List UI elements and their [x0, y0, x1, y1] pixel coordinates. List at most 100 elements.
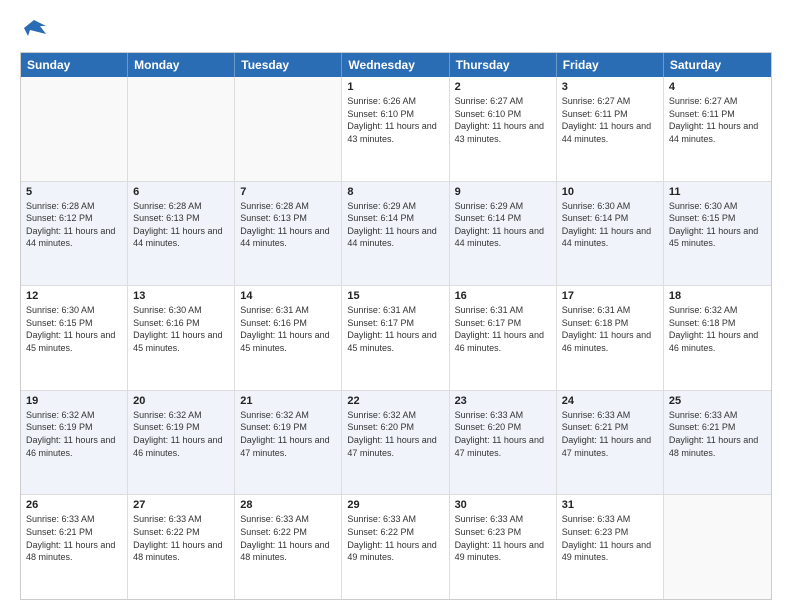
- calendar-cell: 23Sunrise: 6:33 AM Sunset: 6:20 PM Dayli…: [450, 391, 557, 495]
- day-number: 29: [347, 499, 443, 511]
- day-number: 2: [455, 81, 551, 93]
- weekday-header: Saturday: [664, 53, 771, 77]
- day-number: 4: [669, 81, 766, 93]
- calendar-row: 26Sunrise: 6:33 AM Sunset: 6:21 PM Dayli…: [21, 494, 771, 599]
- day-number: 16: [455, 290, 551, 302]
- calendar: SundayMondayTuesdayWednesdayThursdayFrid…: [20, 52, 772, 600]
- calendar-body: 1Sunrise: 6:26 AM Sunset: 6:10 PM Daylig…: [21, 77, 771, 599]
- day-info: Sunrise: 6:32 AM Sunset: 6:19 PM Dayligh…: [133, 409, 229, 459]
- calendar-cell: 28 Sunrise: 6:33 AM Sunset: 6:22 PM Dayli…: [235, 495, 342, 599]
- day-number: 6: [133, 186, 229, 198]
- day-number: 1: [347, 81, 443, 93]
- calendar-cell: 12 Sunrise: 6:30 AM Sunset: 6:15 PM Dayli…: [21, 286, 128, 390]
- day-number: 22: [347, 395, 443, 407]
- day-info: Sunrise: 6:32 AM Sunset: 6:19 PM Dayligh…: [26, 409, 122, 459]
- calendar-cell: [128, 77, 235, 181]
- day-info: Sunrise: 6:32 AM Sunset: 6:18 PM Dayligh…: [669, 304, 766, 354]
- calendar-cell: 16Sunrise: 6:31 AM Sunset: 6:17 PM Dayli…: [450, 286, 557, 390]
- calendar-cell: 1Sunrise: 6:26 AM Sunset: 6:10 PM Daylig…: [342, 77, 449, 181]
- day-number: 17: [562, 290, 658, 302]
- calendar-row: 5Sunrise: 6:28 AM Sunset: 6:12 PM Daylig…: [21, 181, 771, 286]
- day-number: 30: [455, 499, 551, 511]
- calendar-row: 12 Sunrise: 6:30 AM Sunset: 6:15 PM Dayli…: [21, 285, 771, 390]
- weekday-header: Thursday: [450, 53, 557, 77]
- day-number: 23: [455, 395, 551, 407]
- calendar-cell: 15Sunrise: 6:31 AM Sunset: 6:17 PM Dayli…: [342, 286, 449, 390]
- day-number: 14: [240, 290, 336, 302]
- day-info: Sunrise: 6:30 AM Sunset: 6:15 PM Dayligh…: [26, 304, 122, 354]
- calendar-cell: 19 Sunrise: 6:32 AM Sunset: 6:19 PM Dayli…: [21, 391, 128, 495]
- calendar-cell: 9Sunrise: 6:29 AM Sunset: 6:14 PM Daylig…: [450, 182, 557, 286]
- day-info: Sunrise: 6:28 AM Sunset: 6:13 PM Dayligh…: [240, 200, 336, 250]
- calendar-cell: 13 Sunrise: 6:30 AM Sunset: 6:16 PM Dayli…: [128, 286, 235, 390]
- weekday-header: Wednesday: [342, 53, 449, 77]
- logo: [20, 16, 52, 44]
- calendar-cell: [235, 77, 342, 181]
- day-number: 28: [240, 499, 336, 511]
- top-section: [20, 16, 772, 44]
- day-info: Sunrise: 6:27 AM Sunset: 6:11 PM Dayligh…: [562, 95, 658, 145]
- day-number: 8: [347, 186, 443, 198]
- calendar-page: SundayMondayTuesdayWednesdayThursdayFrid…: [0, 0, 792, 612]
- calendar-cell: [664, 495, 771, 599]
- weekday-header: Sunday: [21, 53, 128, 77]
- day-number: 13: [133, 290, 229, 302]
- day-info: Sunrise: 6:30 AM Sunset: 6:16 PM Dayligh…: [133, 304, 229, 354]
- day-info: Sunrise: 6:27 AM Sunset: 6:10 PM Dayligh…: [455, 95, 551, 145]
- day-number: 19: [26, 395, 122, 407]
- calendar-cell: 29 Sunrise: 6:33 AM Sunset: 6:22 PM Dayli…: [342, 495, 449, 599]
- calendar-row: 19 Sunrise: 6:32 AM Sunset: 6:19 PM Dayli…: [21, 390, 771, 495]
- day-info: Sunrise: 6:31 AM Sunset: 6:16 PM Dayligh…: [240, 304, 336, 354]
- day-number: 3: [562, 81, 658, 93]
- day-number: 11: [669, 186, 766, 198]
- calendar-cell: 17 Sunrise: 6:31 AM Sunset: 6:18 PM Dayli…: [557, 286, 664, 390]
- calendar-cell: 18 Sunrise: 6:32 AM Sunset: 6:18 PM Dayli…: [664, 286, 771, 390]
- day-number: 21: [240, 395, 336, 407]
- weekday-header: Monday: [128, 53, 235, 77]
- day-info: Sunrise: 6:33 AM Sunset: 6:22 PM Dayligh…: [347, 513, 443, 563]
- calendar-cell: 30Sunrise: 6:33 AM Sunset: 6:23 PM Dayli…: [450, 495, 557, 599]
- day-info: Sunrise: 6:33 AM Sunset: 6:22 PM Dayligh…: [133, 513, 229, 563]
- calendar-cell: 8 Sunrise: 6:29 AM Sunset: 6:14 PM Daylig…: [342, 182, 449, 286]
- day-number: 24: [562, 395, 658, 407]
- day-info: Sunrise: 6:29 AM Sunset: 6:14 PM Dayligh…: [347, 200, 443, 250]
- calendar-cell: 5Sunrise: 6:28 AM Sunset: 6:12 PM Daylig…: [21, 182, 128, 286]
- day-number: 9: [455, 186, 551, 198]
- day-info: Sunrise: 6:32 AM Sunset: 6:20 PM Dayligh…: [347, 409, 443, 459]
- calendar-cell: 25Sunrise: 6:33 AM Sunset: 6:21 PM Dayli…: [664, 391, 771, 495]
- day-info: Sunrise: 6:30 AM Sunset: 6:14 PM Dayligh…: [562, 200, 658, 250]
- day-info: Sunrise: 6:33 AM Sunset: 6:22 PM Dayligh…: [240, 513, 336, 563]
- calendar-cell: 14 Sunrise: 6:31 AM Sunset: 6:16 PM Dayli…: [235, 286, 342, 390]
- weekday-header: Tuesday: [235, 53, 342, 77]
- calendar-cell: 22 Sunrise: 6:32 AM Sunset: 6:20 PM Dayli…: [342, 391, 449, 495]
- calendar-cell: 26Sunrise: 6:33 AM Sunset: 6:21 PM Dayli…: [21, 495, 128, 599]
- calendar-cell: 6Sunrise: 6:28 AM Sunset: 6:13 PM Daylig…: [128, 182, 235, 286]
- calendar-cell: 2 Sunrise: 6:27 AM Sunset: 6:10 PM Daylig…: [450, 77, 557, 181]
- day-info: Sunrise: 6:31 AM Sunset: 6:18 PM Dayligh…: [562, 304, 658, 354]
- day-number: 20: [133, 395, 229, 407]
- day-info: Sunrise: 6:31 AM Sunset: 6:17 PM Dayligh…: [347, 304, 443, 354]
- day-info: Sunrise: 6:27 AM Sunset: 6:11 PM Dayligh…: [669, 95, 766, 145]
- calendar-cell: 3 Sunrise: 6:27 AM Sunset: 6:11 PM Daylig…: [557, 77, 664, 181]
- calendar-cell: 21 Sunrise: 6:32 AM Sunset: 6:19 PM Dayli…: [235, 391, 342, 495]
- day-info: Sunrise: 6:30 AM Sunset: 6:15 PM Dayligh…: [669, 200, 766, 250]
- day-info: Sunrise: 6:28 AM Sunset: 6:12 PM Dayligh…: [26, 200, 122, 250]
- day-number: 12: [26, 290, 122, 302]
- calendar-cell: 7 Sunrise: 6:28 AM Sunset: 6:13 PM Daylig…: [235, 182, 342, 286]
- calendar-cell: 10Sunrise: 6:30 AM Sunset: 6:14 PM Dayli…: [557, 182, 664, 286]
- calendar-cell: 31Sunrise: 6:33 AM Sunset: 6:23 PM Dayli…: [557, 495, 664, 599]
- day-number: 26: [26, 499, 122, 511]
- calendar-cell: 11 Sunrise: 6:30 AM Sunset: 6:15 PM Dayli…: [664, 182, 771, 286]
- day-number: 7: [240, 186, 336, 198]
- day-info: Sunrise: 6:32 AM Sunset: 6:19 PM Dayligh…: [240, 409, 336, 459]
- calendar-cell: 4 Sunrise: 6:27 AM Sunset: 6:11 PM Daylig…: [664, 77, 771, 181]
- calendar-cell: [21, 77, 128, 181]
- calendar-cell: 20 Sunrise: 6:32 AM Sunset: 6:19 PM Dayli…: [128, 391, 235, 495]
- day-info: Sunrise: 6:33 AM Sunset: 6:21 PM Dayligh…: [669, 409, 766, 459]
- calendar-row: 1Sunrise: 6:26 AM Sunset: 6:10 PM Daylig…: [21, 77, 771, 181]
- day-info: Sunrise: 6:33 AM Sunset: 6:21 PM Dayligh…: [562, 409, 658, 459]
- day-number: 18: [669, 290, 766, 302]
- day-number: 27: [133, 499, 229, 511]
- weekday-header: Friday: [557, 53, 664, 77]
- logo-bird-icon: [20, 16, 48, 44]
